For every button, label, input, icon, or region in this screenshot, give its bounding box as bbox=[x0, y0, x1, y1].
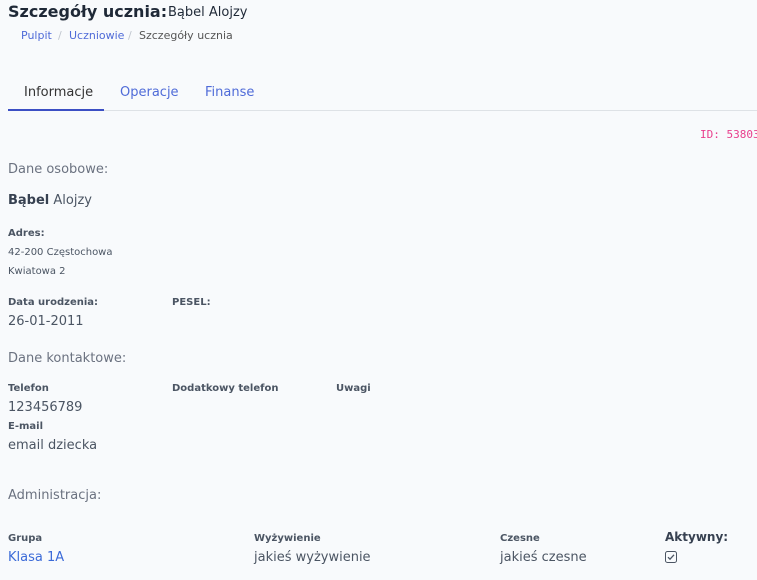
email-value: email dziecka bbox=[8, 438, 98, 453]
student-name-heading: Bąbel Alojzy bbox=[168, 5, 248, 20]
breadcrumb-current: Szczegóły ucznia bbox=[139, 29, 233, 42]
page-title: Szczegóły ucznia: bbox=[8, 2, 168, 21]
tuition-label: Czesne bbox=[500, 533, 540, 544]
extra-phone-label: Dodatkowy telefon bbox=[172, 383, 279, 394]
breadcrumb-pulpit[interactable]: Pulpit bbox=[21, 29, 52, 42]
tab-finanse[interactable]: Finanse bbox=[205, 85, 254, 100]
meals-value: jakieś wyżywienie bbox=[254, 550, 371, 565]
tabs-divider bbox=[8, 110, 757, 111]
meals-label: Wyżywienie bbox=[254, 533, 321, 544]
student-surname: Bąbel bbox=[8, 193, 50, 208]
birth-date-value: 26-01-2011 bbox=[8, 314, 84, 329]
group-link[interactable]: Klasa 1A bbox=[8, 550, 64, 565]
checkbox-checked-icon[interactable] bbox=[665, 551, 677, 563]
address-label: Adres: bbox=[8, 228, 45, 239]
section-heading-contact: Dane kontaktowe: bbox=[8, 351, 127, 366]
address-line-2: Kwiatowa 2 bbox=[8, 266, 66, 277]
phone-value: 123456789 bbox=[8, 400, 83, 415]
tab-informacje[interactable]: Informacje bbox=[24, 85, 93, 100]
pesel-label: PESEL: bbox=[172, 297, 211, 308]
breadcrumb-uczniowie[interactable]: Uczniowie bbox=[69, 29, 124, 42]
active-tab-indicator bbox=[8, 109, 104, 111]
phone-label: Telefon bbox=[8, 383, 49, 394]
breadcrumb-separator: / bbox=[128, 29, 132, 42]
tab-operacje[interactable]: Operacje bbox=[120, 85, 179, 100]
notes-label: Uwagi bbox=[336, 383, 371, 394]
tuition-value: jakieś czesne bbox=[500, 550, 587, 565]
active-label: Aktywny: bbox=[665, 530, 729, 544]
birth-date-label: Data urodzenia: bbox=[8, 297, 99, 308]
student-full-name: Bąbel Alojzy bbox=[8, 193, 92, 208]
record-id: ID: 53803 bbox=[700, 128, 757, 141]
breadcrumb-separator: / bbox=[58, 29, 62, 42]
section-heading-personal: Dane osobowe: bbox=[8, 162, 109, 177]
email-label: E-mail bbox=[8, 421, 44, 432]
student-first-name: Alojzy bbox=[53, 193, 92, 208]
section-heading-admin: Administracja: bbox=[8, 488, 102, 503]
address-line-1: 42-200 Częstochowa bbox=[8, 247, 113, 258]
group-label: Grupa bbox=[8, 533, 43, 544]
